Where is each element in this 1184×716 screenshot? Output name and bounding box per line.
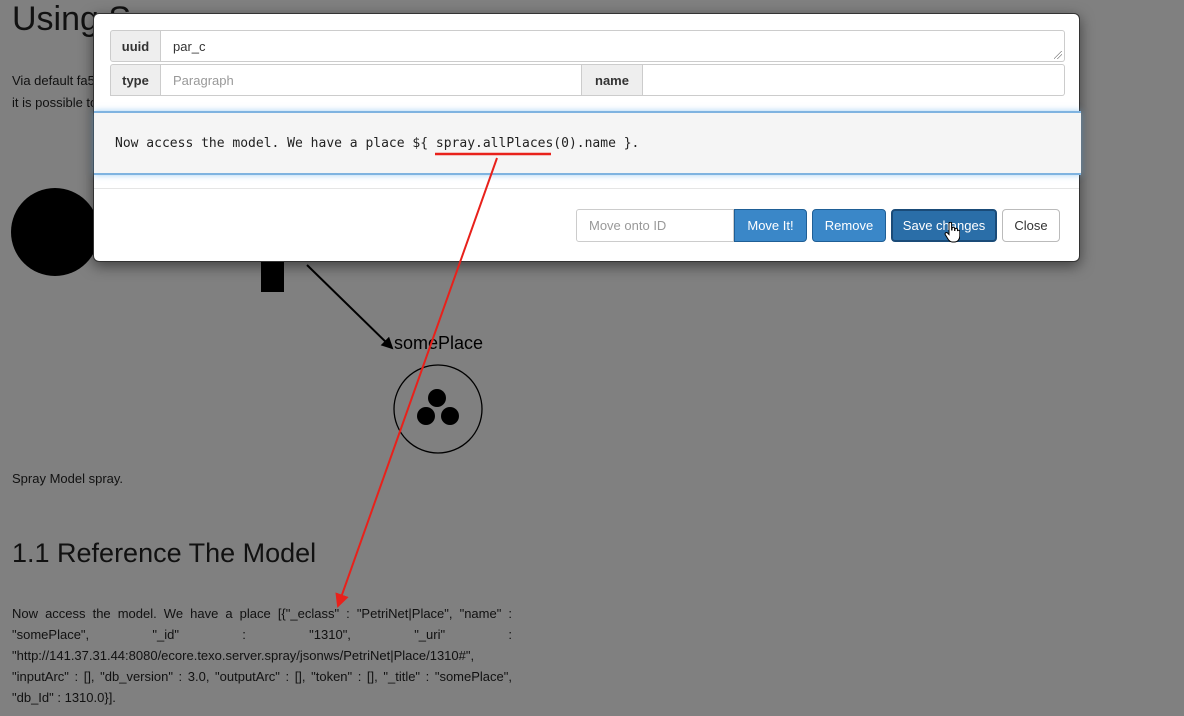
name-label: name <box>582 64 643 96</box>
hand-cursor-icon <box>944 222 960 243</box>
uuid-label: uuid <box>110 30 161 62</box>
transition-bar <box>261 258 284 292</box>
rendered-paragraph: Now access the model. We have a place [{… <box>12 606 512 705</box>
spray-model-text: Spray Model spray. <box>12 471 124 486</box>
token <box>417 407 435 425</box>
type-input[interactable]: Paragraph <box>161 64 582 96</box>
arc-arrow <box>306 264 394 350</box>
remove-button[interactable]: Remove <box>812 209 886 242</box>
type-label: type <box>110 64 161 96</box>
type-name-row: type Paragraph name <box>110 64 1065 96</box>
move-it-button[interactable]: Move It! <box>734 209 807 242</box>
uuid-row: uuid par_c <box>110 30 1065 62</box>
resize-grip-icon[interactable] <box>1054 51 1062 59</box>
modal-divider <box>94 188 1079 189</box>
token <box>441 407 459 425</box>
code-editor[interactable]: Now access the model. We have a place ${… <box>94 111 1081 175</box>
name-input[interactable] <box>643 64 1065 96</box>
token <box>428 389 446 407</box>
some-place-circle <box>393 364 483 454</box>
section-heading: 1.1 Reference The Model <box>12 538 317 568</box>
close-button[interactable]: Close <box>1002 209 1060 242</box>
uuid-input[interactable]: par_c <box>161 30 1065 62</box>
place-label: somePlace <box>394 333 484 353</box>
uuid-value: par_c <box>173 38 206 54</box>
move-onto-id-input[interactable]: Move onto ID <box>576 209 734 242</box>
large-black-place <box>11 188 99 276</box>
edit-modal: uuid par_c type Paragraph name Now acces… <box>93 13 1081 262</box>
